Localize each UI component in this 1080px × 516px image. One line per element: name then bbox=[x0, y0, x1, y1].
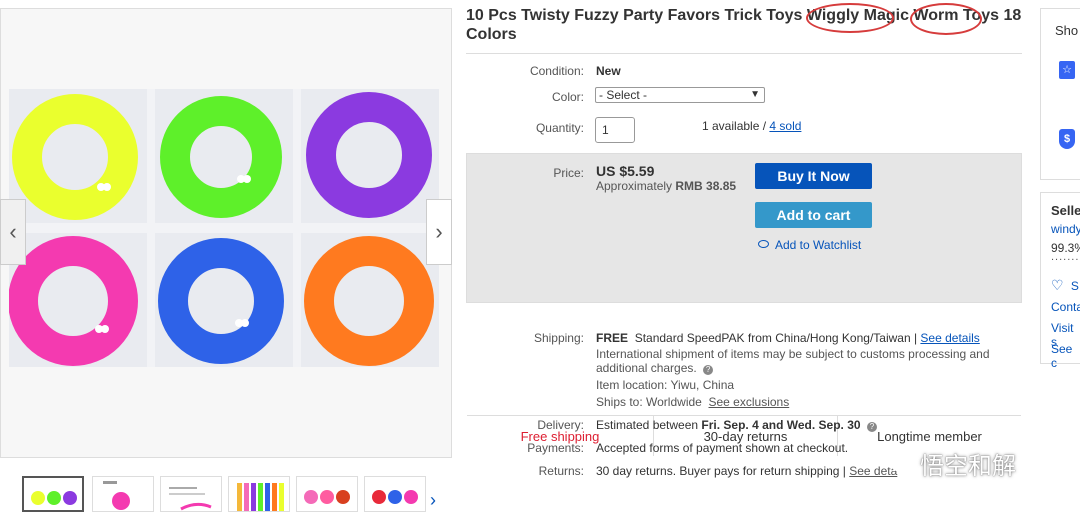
watermark: 悟空和解 bbox=[920, 453, 1016, 480]
see-other-items-link[interactable]: See c bbox=[1051, 342, 1080, 370]
thumbnail-next-arrow[interactable]: › bbox=[430, 490, 436, 511]
annotation-circle-wiggly bbox=[806, 3, 894, 33]
price-approx-value: RMB 38.85 bbox=[675, 179, 737, 193]
shipping-method: Standard SpeedPAK from China/Hong Kong/T… bbox=[634, 331, 921, 345]
condition-label: Condition: bbox=[529, 64, 584, 78]
payments-value: Accepted forms of payment shown at check… bbox=[596, 441, 849, 455]
shipping-line: FREE Standard SpeedPAK from China/Hong K… bbox=[596, 331, 980, 345]
title-divider bbox=[466, 53, 1022, 54]
quantity-input[interactable]: 1 bbox=[595, 117, 635, 143]
ships-to: Ships to: Worldwide See exclusions bbox=[596, 395, 789, 409]
thumbnail-1[interactable] bbox=[22, 476, 84, 512]
available-count: 1 available / bbox=[702, 119, 770, 133]
thumbnail-2[interactable] bbox=[92, 476, 154, 512]
thumbnail-6[interactable] bbox=[364, 476, 426, 512]
shop-panel-title: Sho bbox=[1055, 23, 1079, 38]
save-seller-label: S bbox=[1070, 279, 1079, 293]
color-select[interactable]: - Select - ▼ bbox=[595, 87, 765, 103]
price-value: US $5.59 bbox=[596, 163, 655, 179]
next-image-button[interactable]: › bbox=[426, 199, 452, 265]
seller-name-link[interactable]: windy bbox=[1051, 222, 1080, 236]
heart-icon: ♡ bbox=[1051, 277, 1064, 293]
image-gallery: ‹ › bbox=[0, 8, 452, 458]
quantity-label: Quantity: bbox=[535, 121, 584, 135]
watchlist-label: Add to Watchlist bbox=[775, 238, 862, 252]
delivery-value: Estimated between Fri. Sep. 4 and Wed. S… bbox=[596, 418, 877, 432]
annotation-circle-worm bbox=[910, 3, 982, 35]
shipping-note-2: additional charges. ? bbox=[596, 361, 714, 375]
delivery-help-icon[interactable]: ? bbox=[866, 422, 877, 432]
shipping-free: FREE bbox=[596, 331, 629, 345]
color-label: Color: bbox=[551, 90, 584, 104]
color-select-value: - Select - bbox=[599, 88, 648, 102]
add-to-watchlist-link[interactable]: Add to Watchlist bbox=[758, 238, 861, 252]
add-to-cart-button[interactable]: Add to cart bbox=[755, 202, 872, 228]
seller-panel: Selle windy 99.3% ........ ♡ S Conta Vis… bbox=[1040, 192, 1080, 370]
shipping-note-2-text: additional charges. bbox=[596, 361, 697, 375]
thumbnail-4[interactable] bbox=[228, 476, 290, 512]
see-details-link[interactable]: See details bbox=[920, 331, 979, 345]
price-approx-prefix: Approximately bbox=[596, 179, 676, 193]
product-image[interactable] bbox=[9, 89, 439, 367]
condition-value: New bbox=[596, 64, 621, 78]
seller-title: Selle bbox=[1051, 203, 1080, 218]
shipping-note-1: International shipment of items may be s… bbox=[596, 347, 990, 361]
payments-label: Payments: bbox=[527, 441, 584, 455]
feedback-dots: ........ bbox=[1051, 251, 1080, 263]
delivery-label: Delivery: bbox=[537, 418, 584, 432]
star-badge-icon: ☆ bbox=[1059, 61, 1075, 79]
price-label: Price: bbox=[553, 166, 584, 180]
ships-to-text: Ships to: Worldwide bbox=[596, 395, 702, 409]
money-shield-icon: $ bbox=[1059, 129, 1075, 149]
thumbnail-5[interactable] bbox=[296, 476, 358, 512]
sold-link[interactable]: 4 sold bbox=[769, 119, 801, 133]
delivery-dates: Fri. Sep. 4 and Wed. Sep. 30 bbox=[701, 418, 861, 432]
see-exclusions-link[interactable]: See exclusions bbox=[709, 395, 790, 409]
item-location: Item location: Yiwu, China bbox=[596, 378, 735, 392]
save-seller-link[interactable]: ♡ S bbox=[1051, 277, 1079, 294]
returns-value: 30 day returns. Buyer pays for return sh… bbox=[596, 464, 897, 478]
returns-text: 30 day returns. Buyer pays for return sh… bbox=[596, 464, 850, 478]
prev-image-button[interactable]: ‹ bbox=[0, 199, 26, 265]
wechat-icon bbox=[882, 450, 912, 472]
chevron-down-icon: ▼ bbox=[750, 89, 760, 100]
eye-icon bbox=[758, 240, 769, 248]
returns-label: Returns: bbox=[538, 464, 584, 478]
help-icon[interactable]: ? bbox=[703, 365, 714, 375]
shop-panel: Sho ☆ $ bbox=[1040, 8, 1080, 180]
thumbnail-3[interactable] bbox=[160, 476, 222, 512]
shipping-label: Shipping: bbox=[533, 331, 584, 345]
availability: 1 available / 4 sold bbox=[702, 119, 801, 133]
delivery-prefix: Estimated between bbox=[596, 418, 702, 432]
buy-it-now-button[interactable]: Buy It Now bbox=[755, 163, 872, 189]
contact-seller-link[interactable]: Conta bbox=[1051, 300, 1080, 314]
price-approx: Approximately RMB 38.85 bbox=[596, 179, 736, 193]
